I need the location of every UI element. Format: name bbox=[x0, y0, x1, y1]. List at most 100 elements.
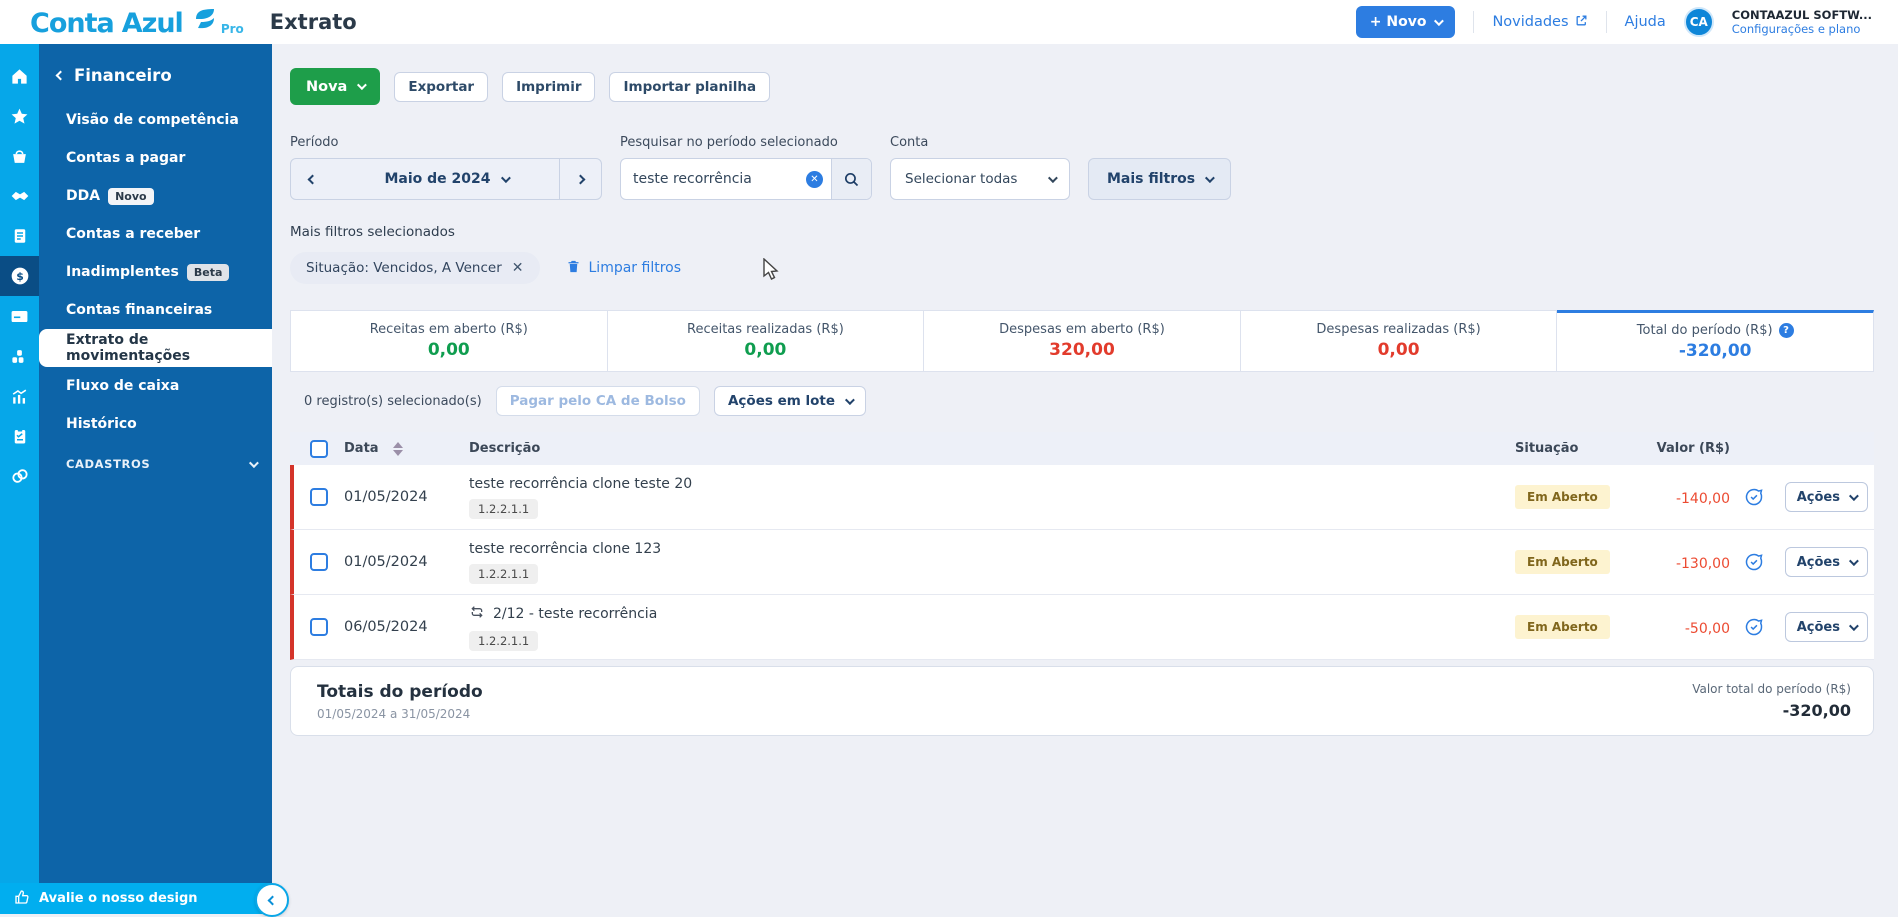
card-label: Despesas realizadas (R$) bbox=[1316, 322, 1480, 337]
chevron-down-icon bbox=[500, 173, 510, 183]
sidebar-section-title: Financeiro bbox=[74, 66, 172, 85]
table-header: Data Descrição Situação Valor (R$) bbox=[290, 432, 1874, 465]
link-icon[interactable] bbox=[0, 456, 39, 496]
previous-period-button[interactable] bbox=[291, 159, 333, 199]
account-settings-link[interactable]: Configurações e plano bbox=[1732, 22, 1872, 36]
sidebar-item-contas-a-pagar[interactable]: Contas a pagar bbox=[39, 139, 272, 177]
rate-design-label: Avalie o nosso design bbox=[39, 891, 198, 906]
search-button[interactable] bbox=[831, 159, 871, 199]
chevron-down-icon bbox=[1048, 173, 1058, 183]
sidebar-collapse-button[interactable] bbox=[255, 883, 289, 917]
situacao-filter-chip[interactable]: Situação: Vencidos, A Vencer ✕ bbox=[290, 252, 540, 284]
selected-filters-label: Mais filtros selecionados bbox=[290, 224, 1874, 240]
filters-row: Período Maio de 2024 Pesquisar no períod… bbox=[290, 135, 1874, 200]
comment-icon[interactable] bbox=[1744, 487, 1764, 507]
importar-planilha-button[interactable]: Importar planilha bbox=[609, 72, 770, 102]
star-icon[interactable] bbox=[0, 96, 39, 136]
trash-icon bbox=[566, 259, 581, 278]
rate-design-bar[interactable]: Avalie o nosso design bbox=[0, 883, 272, 914]
sidebar-item-historico[interactable]: Histórico bbox=[39, 405, 272, 443]
table-row: 06/05/2024 2/12 - teste recorrência 1.2.… bbox=[290, 595, 1874, 660]
novo-button-label: + Novo bbox=[1370, 14, 1427, 30]
card-label: Receitas em aberto (R$) bbox=[370, 322, 528, 337]
sidebar-item-visao-de-competencia[interactable]: Visão de competência bbox=[39, 101, 272, 139]
sidebar-item-inadimplentes[interactable]: Inadimplentes Beta bbox=[39, 253, 272, 291]
sidebar-item-label: Contas a receber bbox=[66, 226, 200, 242]
sort-icon[interactable] bbox=[393, 442, 403, 456]
card-receitas-em-aberto[interactable]: Receitas em aberto (R$) 0,00 bbox=[290, 310, 608, 372]
search-input[interactable] bbox=[621, 159, 806, 199]
chart-icon[interactable] bbox=[0, 376, 39, 416]
acoes-button[interactable]: Ações bbox=[1785, 482, 1868, 512]
sidebar-item-label: DDA bbox=[66, 188, 100, 204]
clipboard-icon[interactable] bbox=[0, 416, 39, 456]
basket-icon[interactable] bbox=[0, 136, 39, 176]
acoes-button[interactable]: Ações bbox=[1785, 612, 1868, 642]
home-icon[interactable] bbox=[0, 56, 39, 96]
comment-icon[interactable] bbox=[1744, 552, 1764, 572]
ajuda-link[interactable]: Ajuda bbox=[1625, 14, 1666, 30]
limpar-filtros-label: Limpar filtros bbox=[589, 260, 682, 276]
acoes-button[interactable]: Ações bbox=[1785, 547, 1868, 577]
remove-chip-icon[interactable]: ✕ bbox=[512, 260, 524, 276]
exportar-button[interactable]: Exportar bbox=[394, 72, 488, 102]
conta-select[interactable]: Selecionar todas bbox=[890, 158, 1070, 200]
clear-search-icon[interactable]: ✕ bbox=[806, 171, 823, 188]
chevron-down-icon bbox=[1434, 16, 1444, 26]
app: ContaAzul Pro Extrato + Novo Novidades A… bbox=[0, 0, 1898, 914]
sidebar-item-contas-financeiras[interactable]: Contas financeiras bbox=[39, 291, 272, 329]
handshake-icon[interactable] bbox=[0, 176, 39, 216]
account-menu[interactable]: CONTAAZUL SOFTW... Configurações e plano bbox=[1732, 8, 1872, 37]
chevron-left-icon bbox=[56, 71, 66, 81]
novo-button[interactable]: + Novo bbox=[1356, 6, 1456, 38]
sidebar-item-label: Histórico bbox=[66, 416, 137, 432]
row-date: 01/05/2024 bbox=[344, 554, 428, 570]
team-icon[interactable] bbox=[0, 336, 39, 376]
next-period-button[interactable] bbox=[559, 159, 601, 199]
card-despesas-em-aberto[interactable]: Despesas em aberto (R$) 320,00 bbox=[924, 310, 1241, 372]
row-checkbox[interactable] bbox=[310, 618, 328, 636]
acoes-em-lote-button[interactable]: Ações em lote bbox=[714, 386, 866, 416]
sidebar-item-fluxo-de-caixa[interactable]: Fluxo de caixa bbox=[39, 367, 272, 405]
status-badge: Em Aberto bbox=[1515, 485, 1610, 509]
select-all-checkbox[interactable] bbox=[310, 440, 328, 458]
contaazul-logo[interactable]: ContaAzul Pro bbox=[30, 7, 244, 37]
ajuda-label: Ajuda bbox=[1625, 14, 1666, 30]
cadastros-label: CADASTROS bbox=[66, 457, 150, 471]
sidebar-item-extrato-de-movimentacoes[interactable]: Extrato de movimentações bbox=[39, 329, 272, 367]
invoice-icon[interactable] bbox=[0, 216, 39, 256]
top-bar: ContaAzul Pro Extrato + Novo Novidades A… bbox=[0, 0, 1898, 44]
avatar[interactable]: CA bbox=[1684, 7, 1714, 37]
row-description[interactable]: teste recorrência clone teste 20 bbox=[469, 476, 1515, 492]
thumbs-up-icon bbox=[14, 889, 30, 909]
finance-dollar-icon[interactable]: $ bbox=[0, 256, 39, 296]
logo-leaf-icon bbox=[193, 7, 217, 35]
main-content: Nova Exportar Imprimir Importar planilha… bbox=[272, 44, 1898, 914]
nova-button[interactable]: Nova bbox=[290, 68, 380, 105]
help-icon[interactable]: ? bbox=[1779, 323, 1794, 338]
toolbar: Nova Exportar Imprimir Importar planilha bbox=[290, 68, 1874, 105]
sidebar-item-dda[interactable]: DDA Novo bbox=[39, 177, 272, 215]
card-receitas-realizadas[interactable]: Receitas realizadas (R$) 0,00 bbox=[608, 310, 925, 372]
sidebar-section-cadastros[interactable]: CADASTROS bbox=[39, 457, 272, 471]
mais-filtros-button[interactable]: Mais filtros bbox=[1088, 158, 1231, 200]
pagar-ca-de-bolso-button[interactable]: Pagar pelo CA de Bolso bbox=[496, 386, 700, 416]
sidebar-item-contas-a-receber[interactable]: Contas a receber bbox=[39, 215, 272, 253]
periodo-dropdown[interactable]: Maio de 2024 bbox=[333, 159, 559, 199]
imprimir-button[interactable]: Imprimir bbox=[502, 72, 595, 102]
sidebar-back-financeiro[interactable]: Financeiro bbox=[39, 60, 272, 101]
novidades-link[interactable]: Novidades bbox=[1492, 14, 1587, 31]
comment-icon[interactable] bbox=[1744, 617, 1764, 637]
row-checkbox[interactable] bbox=[310, 488, 328, 506]
row-description[interactable]: teste recorrência clone 123 bbox=[469, 541, 1515, 557]
card-despesas-realizadas[interactable]: Despesas realizadas (R$) 0,00 bbox=[1241, 310, 1558, 372]
card-label: Receitas realizadas (R$) bbox=[687, 322, 844, 337]
row-description[interactable]: 2/12 - teste recorrência bbox=[469, 604, 1515, 624]
card-total-do-periodo[interactable]: Total do período (R$) ? -320,00 bbox=[1557, 310, 1874, 372]
card-icon[interactable] bbox=[0, 296, 39, 336]
conta-group: Conta Selecionar todas bbox=[890, 135, 1070, 200]
row-value: -140,00 bbox=[1676, 491, 1730, 507]
top-bar-right: + Novo Novidades Ajuda CA CONTAAZUL SOFT… bbox=[1356, 6, 1872, 38]
limpar-filtros-link[interactable]: Limpar filtros bbox=[566, 259, 682, 278]
row-checkbox[interactable] bbox=[310, 553, 328, 571]
